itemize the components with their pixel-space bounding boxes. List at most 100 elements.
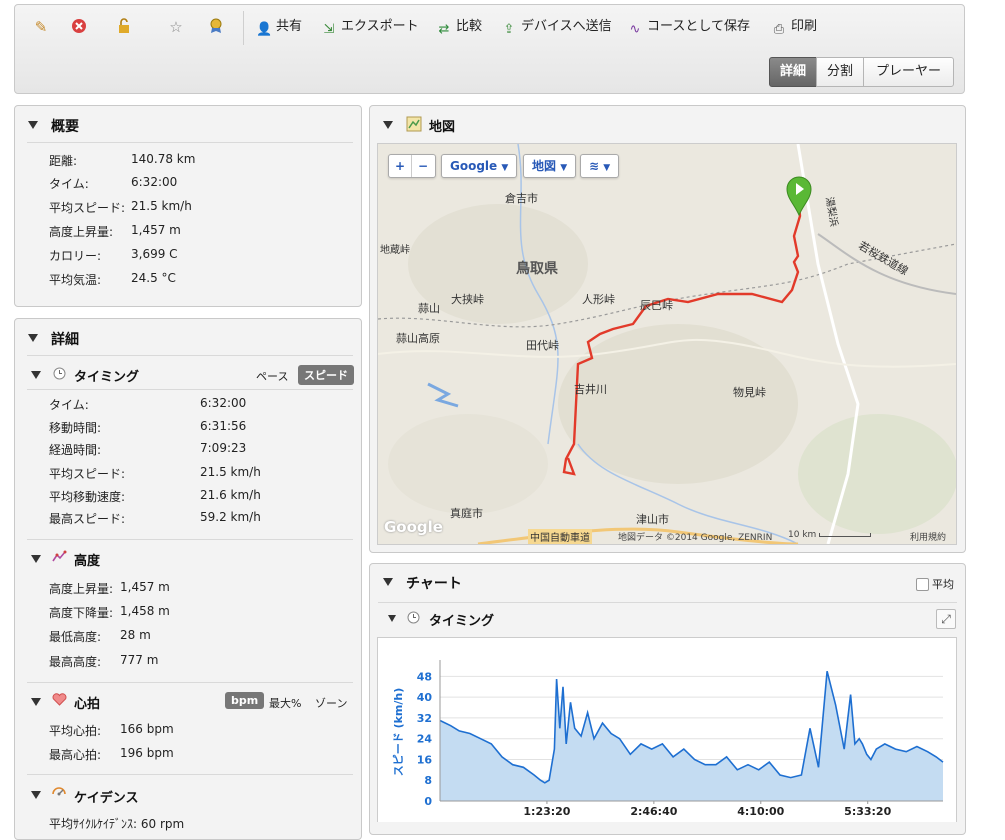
edit-pencil-icon[interactable]: ✎ (32, 18, 50, 36)
collapse-arrow-icon[interactable] (31, 371, 41, 379)
speed-chart: 0 8 16 24 32 40 48 1:23:20 2:46:40 4:10:00 5:33:20… (377, 637, 957, 822)
details-title: 詳細 (51, 332, 79, 348)
collapse-arrow-icon[interactable] (383, 121, 393, 129)
pace-toggle[interactable]: ペース (250, 366, 294, 386)
map-label: 蒜山高原 (396, 332, 440, 345)
average-checkbox[interactable] (916, 578, 929, 591)
elevation-value: 777 m (120, 653, 159, 667)
collapse-arrow-icon[interactable] (31, 698, 41, 706)
timing-label: 平均スピード: (49, 467, 126, 481)
speed-area (440, 671, 943, 801)
divider (378, 602, 957, 603)
view-details-button[interactable]: 詳細 (769, 57, 818, 87)
speed-toggle[interactable]: スピード (298, 365, 354, 385)
cadence-row: 平均ｻｲｸﾙｹｲﾃﾞﾝｽ: 60 rpm (49, 817, 185, 831)
summary-label: 平均スピード: (49, 201, 126, 215)
y-tick-label: 8 (424, 774, 432, 787)
scale-label: 10 km (788, 530, 817, 540)
chevron-down-icon: ▼ (560, 163, 568, 173)
start-marker-icon[interactable] (786, 176, 812, 219)
map-icon (406, 116, 422, 135)
max-percent-toggle[interactable]: 最大% (263, 693, 307, 713)
map-label: 鳥取県 (516, 261, 558, 277)
lock-icon[interactable] (115, 18, 133, 36)
elevation-value: 1,458 m (120, 604, 170, 618)
elevation-title: 高度 (74, 554, 101, 569)
zoom-out-button[interactable]: − (412, 155, 434, 177)
timing-label: 平均移動速度: (49, 490, 126, 504)
save-course-button[interactable]: ∿ コースとして保存 (627, 18, 750, 37)
summary-value: 1,457 m (131, 223, 181, 237)
share-button[interactable]: 👤 共有 (256, 18, 303, 37)
map-label: 吉井川 (574, 383, 607, 396)
map-canvas[interactable]: + − Google ▼ 地図 ▼ ≋ ▼ 倉吉市 鳥取県 若桜鉄道線 地蔵峠 蒜… (377, 143, 957, 545)
map-title: 地図 (429, 120, 456, 135)
compare-button[interactable]: ⇄ 比較 (436, 18, 483, 37)
divider (27, 539, 353, 540)
save-course-label: コースとして保存 (647, 19, 750, 34)
chevron-down-icon: ▼ (501, 163, 509, 173)
summary-label: 高度上昇量: (49, 225, 114, 239)
bpm-toggle[interactable]: bpm (225, 692, 265, 709)
summary-panel: 概要 距離: 140.78 km タイム: 6:32:00 平均スピード: 21… (14, 105, 362, 307)
expand-icon[interactable]: ⤢ (936, 609, 956, 629)
summary-label: 距離: (49, 154, 78, 168)
heart-rate-value: 196 bpm (120, 746, 174, 760)
summary-value: 6:32:00 (131, 175, 178, 189)
cadence-icon (51, 786, 67, 804)
view-player-button[interactable]: プレーヤー (863, 57, 955, 87)
send-to-device-icon: ⇪ (503, 22, 515, 37)
timing-value: 6:32:00 (200, 396, 247, 410)
timing-value: 21.5 km/h (200, 465, 261, 479)
map-provider-dropdown[interactable]: Google ▼ (441, 154, 518, 178)
chart-y-axis-label: スピード (km/h) (392, 688, 405, 777)
collapse-arrow-icon[interactable] (28, 121, 38, 129)
map-label: 大挟峠 (451, 293, 484, 306)
map-label: 倉吉市 (505, 192, 538, 205)
delete-icon[interactable] (70, 18, 88, 36)
map-type-dropdown[interactable]: 地図 ▼ (523, 154, 577, 178)
summary-label: 平均気温: (49, 273, 102, 287)
send-to-device-button[interactable]: ⇪ デバイスへ送信 (501, 18, 612, 37)
timing-title: タイミング (74, 370, 140, 385)
y-tick-label: 16 (417, 753, 433, 766)
collapse-arrow-icon[interactable] (31, 791, 41, 799)
timing-value: 6:31:56 (200, 419, 247, 433)
zone-toggle[interactable]: ゾーン (309, 693, 353, 713)
x-tick-label: 5:33:20 (844, 805, 891, 818)
y-tick-label: 32 (417, 712, 432, 725)
collapse-arrow-icon[interactable] (388, 615, 396, 622)
share-label: 共有 (276, 19, 303, 34)
divider (27, 142, 353, 143)
divider (27, 355, 353, 356)
x-tick-label: 2:46:40 (630, 805, 677, 818)
cadence-title: ケイデンス (74, 791, 139, 806)
badge-icon[interactable] (207, 18, 225, 36)
x-tick-label: 1:23:20 (523, 805, 570, 818)
collapse-arrow-icon[interactable] (28, 334, 38, 342)
collapse-arrow-icon[interactable] (31, 555, 41, 563)
toolbar-separator (243, 11, 244, 45)
details-panel: 詳細 タイミング ペース スピード タイム: 6:32:00 移動時間: 6:3… (14, 318, 362, 840)
print-button[interactable]: ⎙ 印刷 (771, 18, 818, 37)
x-tick-label: 4:10:00 (737, 805, 784, 818)
summary-title: 概要 (51, 119, 79, 135)
timing-value: 7:09:23 (200, 441, 247, 455)
heart-rate-label: 最高心拍: (49, 748, 102, 762)
collapse-arrow-icon[interactable] (383, 578, 393, 586)
map-layers-dropdown[interactable]: ≋ ▼ (580, 154, 620, 178)
send-to-device-label: デバイスへ送信 (521, 19, 612, 34)
map-type-value: 地図 (532, 159, 557, 173)
print-label: 印刷 (791, 19, 818, 34)
view-split-button[interactable]: 分割 (816, 57, 865, 87)
terms-link[interactable]: 利用規約 (910, 530, 946, 543)
map-label: 辰巳峠 (640, 299, 673, 312)
favorite-star-icon[interactable]: ☆ (167, 18, 185, 36)
elevation-label: 高度上昇量: (49, 582, 114, 596)
summary-value: 3,699 C (131, 247, 178, 261)
compare-label: 比較 (456, 19, 483, 34)
export-button[interactable]: ⇲ エクスポート (321, 18, 419, 37)
zoom-in-button[interactable]: + (389, 155, 412, 177)
average-label: 平均 (932, 578, 954, 591)
chart-svg: 0 8 16 24 32 40 48 1:23:20 2:46:40 4:10:00 5:33:20… (392, 660, 944, 818)
